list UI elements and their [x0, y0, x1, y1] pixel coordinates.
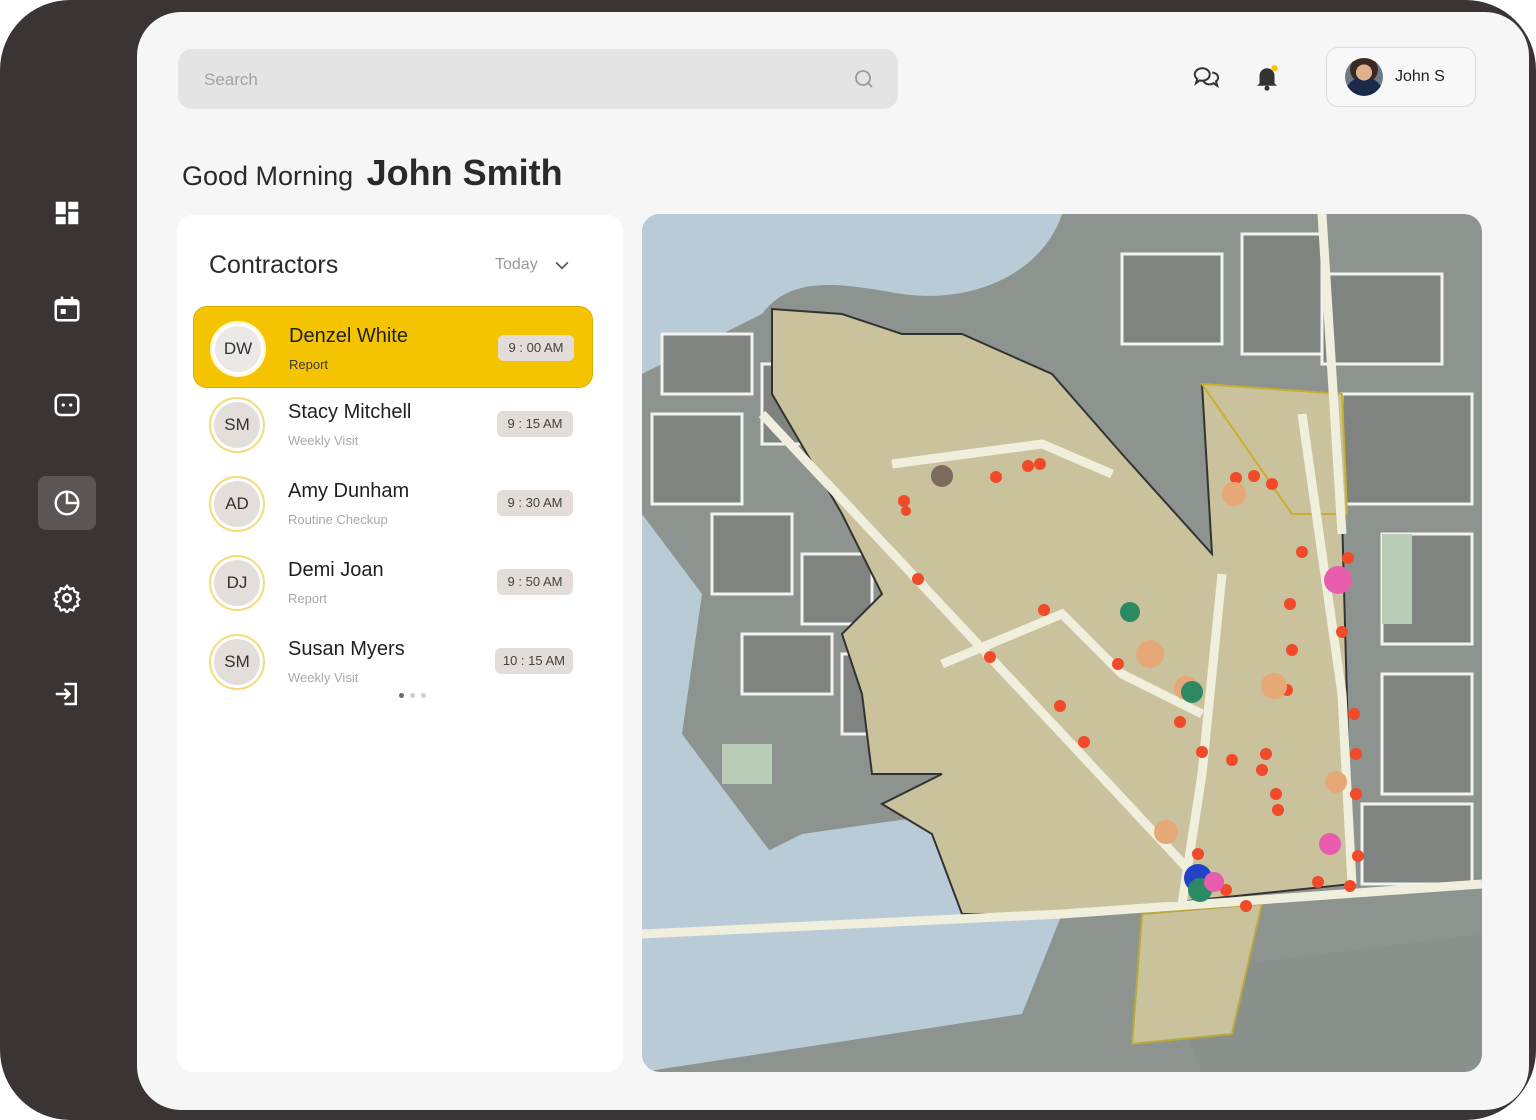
date-filter-label: Today — [495, 256, 538, 273]
contractor-row[interactable]: DJ Demi Joan Report 9 : 50 AM — [193, 541, 591, 623]
user-menu[interactable]: John S — [1326, 47, 1476, 107]
contractor-name: Susan Myers — [288, 638, 405, 660]
avatar — [1345, 58, 1383, 96]
chat-icon[interactable] — [1191, 62, 1221, 92]
nav-messages[interactable] — [38, 378, 96, 432]
greeting-prefix: Good Morning — [182, 161, 354, 191]
contractor-row[interactable]: AD Amy Dunham Routine Checkup 9 : 30 AM — [193, 462, 591, 544]
logout-icon — [55, 682, 77, 706]
contractor-row[interactable]: SM Susan Myers Weekly Visit 10 : 15 AM — [193, 620, 591, 702]
contractor-time: 9 : 50 AM — [497, 569, 573, 595]
main-screen: John S Good Morning John Smith Contracto… — [137, 12, 1529, 1110]
contractor-time: 9 : 15 AM — [497, 411, 573, 437]
date-filter-dropdown[interactable]: Today — [495, 255, 572, 275]
chart-pie-icon — [54, 490, 80, 516]
contractor-initials: AD — [209, 476, 265, 532]
device-frame: John S Good Morning John Smith Contracto… — [0, 0, 1536, 1120]
contractor-name: Stacy Mitchell — [288, 401, 412, 423]
bell-icon[interactable] — [1252, 62, 1282, 92]
contractor-initials: SM — [209, 634, 265, 690]
pagination-dots[interactable] — [399, 693, 426, 698]
map-canvas — [642, 214, 1482, 1072]
contractors-panel: Contractors Today DW Denzel White Report… — [177, 215, 623, 1072]
chevron-down-icon — [555, 261, 569, 270]
contractor-name: Demi Joan — [288, 559, 384, 581]
nav-calendar[interactable] — [38, 282, 96, 336]
panel-title: Contractors — [209, 251, 339, 279]
nav-settings[interactable] — [38, 571, 96, 625]
search-icon[interactable] — [852, 67, 876, 91]
dashboard-icon — [55, 201, 79, 225]
user-name: John S — [1395, 68, 1445, 85]
page-dot[interactable] — [410, 693, 415, 698]
calendar-icon — [54, 296, 80, 322]
greeting: Good Morning John Smith — [182, 152, 563, 194]
contractor-time: 9 : 00 AM — [498, 335, 574, 361]
contractor-row[interactable]: SM Stacy Mitchell Weekly Visit 9 : 15 AM — [193, 383, 591, 465]
nav-analytics[interactable] — [38, 476, 96, 530]
greeting-name: John Smith — [366, 152, 563, 193]
search-input[interactable] — [202, 49, 826, 111]
page-dot[interactable] — [421, 693, 426, 698]
contractor-initials: DW — [210, 321, 266, 377]
search-bar[interactable] — [178, 49, 898, 111]
contractor-visit-type: Weekly Visit — [288, 433, 359, 448]
contractor-visit-type: Report — [289, 357, 329, 372]
message-icon — [54, 393, 80, 417]
contractor-initials: SM — [209, 397, 265, 453]
map-view[interactable] — [642, 214, 1482, 1072]
contractor-row[interactable]: DW Denzel White Report 9 : 00 AM — [193, 306, 593, 388]
contractor-time: 9 : 30 AM — [497, 490, 573, 516]
nav-dashboard[interactable] — [38, 186, 96, 240]
contractor-visit-type: Weekly Visit — [288, 670, 359, 685]
contractor-time: 10 : 15 AM — [494, 648, 573, 674]
contractor-initials: DJ — [209, 555, 265, 611]
settings-icon — [53, 584, 81, 613]
contractor-visit-type: Report — [288, 591, 328, 606]
page-dot[interactable] — [399, 693, 404, 698]
contractor-name: Denzel White — [289, 325, 408, 347]
nav-logout[interactable] — [38, 667, 96, 721]
contractor-name: Amy Dunham — [288, 480, 410, 502]
contractor-visit-type: Routine Checkup — [288, 512, 388, 527]
